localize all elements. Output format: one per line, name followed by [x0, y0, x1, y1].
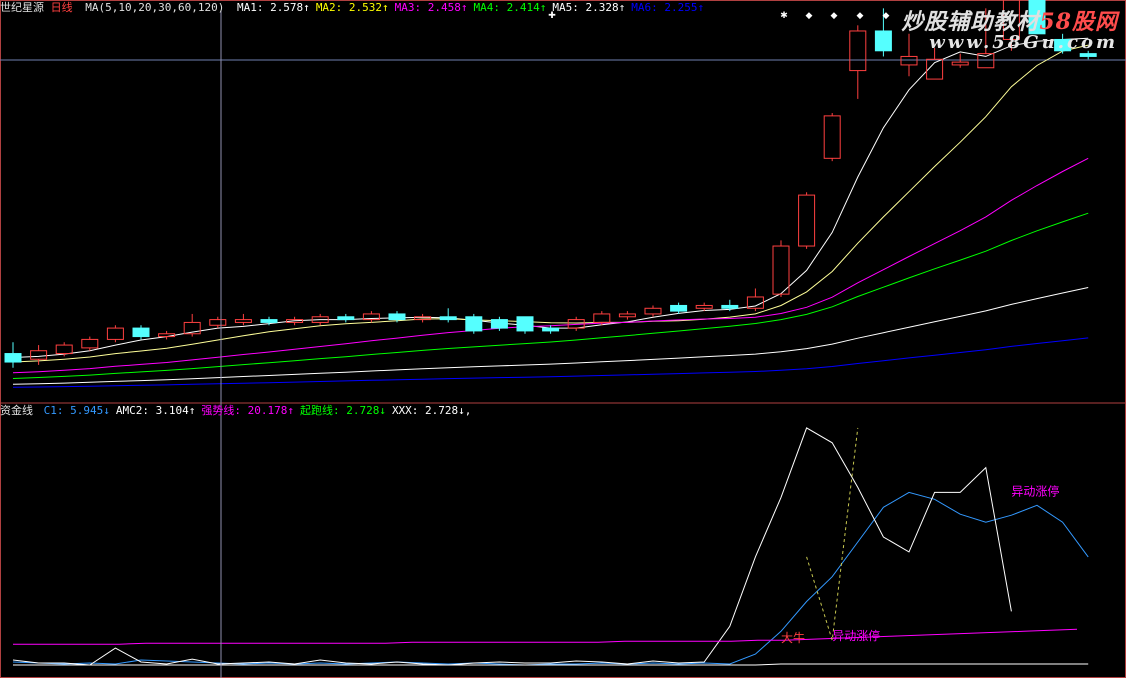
candle-body	[900, 55, 918, 66]
indicator-name: 资金线	[0, 404, 33, 417]
candle-body	[874, 30, 892, 52]
candle-body	[209, 319, 227, 326]
candle-body	[260, 319, 278, 323]
candle-body	[439, 316, 457, 321]
candle-body	[695, 304, 713, 309]
candle-body	[618, 313, 636, 318]
candle	[670, 302, 688, 314]
ma-item-5: MA6: 2.255↑	[631, 1, 705, 14]
indicator-panel-header: 资金线 C1: 5.945↓ AMC2: 3.104↑ 强势线: 20.178↑ 起跑…	[0, 404, 477, 418]
candle-body	[234, 319, 252, 323]
candle-body	[849, 30, 867, 72]
candle	[30, 345, 48, 365]
candle	[362, 311, 380, 323]
candle-body	[593, 313, 611, 323]
candle-body	[670, 304, 688, 312]
signal-marker: ✱	[780, 11, 788, 21]
candle	[81, 336, 99, 351]
ind-item-2: 强势线: 20.178↑	[201, 404, 294, 417]
candle	[798, 192, 816, 249]
chart-frame	[0, 0, 1126, 678]
candle	[849, 25, 867, 99]
candle-body	[337, 316, 355, 321]
candle-body	[132, 327, 150, 338]
candle	[209, 316, 227, 329]
ma3-line	[12, 157, 1089, 374]
ma1-line	[12, 37, 1089, 358]
indicator-annotation: 异动涨停	[832, 628, 880, 643]
period-label[interactable]: 日线	[51, 1, 73, 14]
candle-body	[81, 338, 99, 349]
stock-name: 世纪星源	[0, 1, 44, 14]
candle-body	[644, 307, 662, 315]
indicator-annotation: 异动涨停	[1011, 483, 1059, 498]
candle	[951, 53, 969, 68]
signal-marker: ◆	[883, 11, 890, 21]
candle-body	[490, 319, 508, 329]
candle	[234, 313, 252, 326]
candle	[439, 308, 457, 323]
candle	[542, 325, 560, 334]
watermark-url: www.58Gu.com	[929, 32, 1118, 53]
signal-marker: ◆	[857, 11, 864, 21]
candle	[746, 288, 764, 312]
candle-body	[823, 115, 841, 159]
candle-body	[542, 327, 560, 332]
candle-body	[798, 194, 816, 247]
ma-item-4: MA5: 2.328↑	[552, 1, 626, 14]
ind-item-3: 起跑线: 2.728↓	[299, 404, 386, 417]
candle	[516, 316, 534, 334]
candle	[465, 313, 483, 334]
ma-item-3: MA4: 2.414↑	[473, 1, 547, 14]
ma-params: MA(5,10,20,30,60,120)	[85, 1, 225, 14]
signal-marker: ◆	[831, 11, 838, 21]
chart-canvas[interactable]: 大牛 异动涨停异动涨停 ✚ ✱ ◆ ◆ ◆ ◆	[0, 0, 1126, 678]
candle-body	[388, 313, 406, 321]
ma2-line	[12, 44, 1089, 363]
candle	[106, 325, 124, 343]
ma-item-0: MA1: 2.578↑	[236, 1, 310, 14]
candle-body	[772, 245, 790, 295]
ind-item-4: XXX: 2.728↓,	[391, 404, 472, 417]
candle-body	[106, 327, 124, 340]
candle	[823, 113, 841, 162]
candle-body	[516, 316, 534, 332]
candle	[618, 311, 636, 320]
main-panel-header: 世纪星源 日线 MA(5,10,20,30,60,120) MA1: 2.578…	[0, 1, 710, 15]
c1-line	[12, 491, 1089, 666]
candle-body	[414, 316, 432, 321]
candle	[900, 33, 918, 77]
ma4-line	[12, 212, 1089, 379]
candle	[644, 305, 662, 317]
candle-body	[30, 350, 48, 360]
candle	[4, 342, 22, 368]
indicator-annotation: 大牛	[781, 630, 805, 645]
ind-item-1: AMC2: 3.104↑	[115, 404, 196, 417]
signal-connector	[806, 427, 859, 641]
signal-marker: ◆	[806, 11, 813, 21]
stock-chart-window: 大牛 异动涨停 异动涨停 ✚ ✱ ◆ ◆ ◆ ◆ 世纪星源 日线 MA(5,10,20,30,…	[0, 0, 1126, 678]
strong-line	[13, 628, 1078, 645]
candle-body	[55, 344, 73, 355]
candle-body	[465, 316, 483, 332]
ma-item-1: MA2: 2.532↑	[315, 1, 389, 14]
candle	[414, 313, 432, 323]
candle-body	[4, 353, 22, 363]
candle-body	[951, 61, 969, 66]
candle	[132, 325, 150, 340]
candle	[337, 313, 355, 323]
candle-body	[721, 304, 739, 309]
ma-item-2: MA3: 2.458↑	[394, 1, 468, 14]
ind-item-0: C1: 5.945↓	[43, 404, 110, 417]
candle-body	[1079, 53, 1097, 57]
